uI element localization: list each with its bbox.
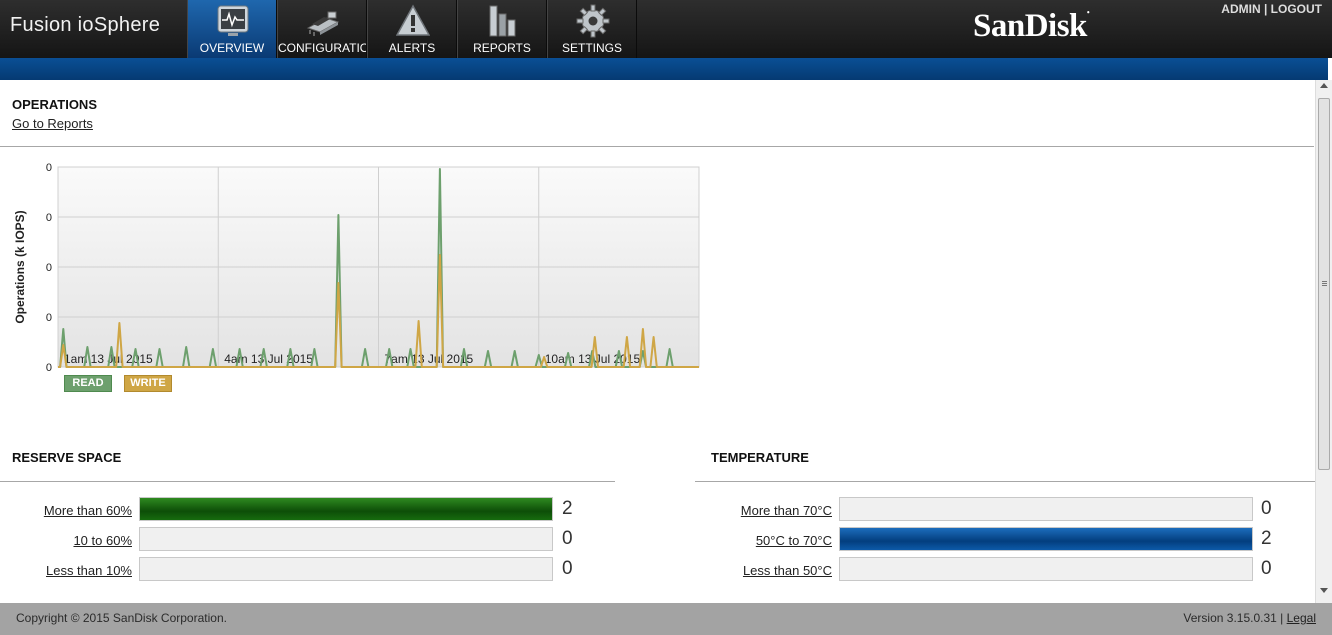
reserve-count-1: 0 xyxy=(562,528,573,549)
nav-label: CONFIGURATION xyxy=(278,41,366,55)
reserve-space-title: RESERVE SPACE xyxy=(12,450,122,465)
chart-y-tick-label: 0 xyxy=(46,312,52,324)
footer: Copyright © 2015 SanDisk Corporation. Ve… xyxy=(0,603,1332,635)
app-title: Fusion ioSphere xyxy=(10,14,161,36)
reserve-label-2[interactable]: Less than 10% xyxy=(46,563,132,578)
chart-x-tick-label: 7am 13 Jul 2015 xyxy=(385,352,474,366)
temperature-title: TEMPERATURE xyxy=(711,450,809,465)
temperature-count-2: 0 xyxy=(1261,558,1272,579)
temperature-count-1: 2 xyxy=(1261,528,1272,549)
operations-title: OPERATIONS xyxy=(12,97,97,112)
bar-chart-icon xyxy=(489,5,516,37)
reserve-count-2: 0 xyxy=(562,558,573,579)
nav-configuration[interactable]: CONFIGURATION xyxy=(277,0,367,58)
scroll-thumb[interactable] xyxy=(1318,98,1330,470)
reserve-bar-0 xyxy=(139,497,553,521)
legend-read[interactable]: READ xyxy=(64,375,112,392)
reserve-bar-1 xyxy=(139,527,553,551)
temperature-label-2[interactable]: Less than 50°C xyxy=(743,563,832,578)
operations-chart: 00000 1am 13 Jul 2015 4am 13 Jul 2015 7am … xyxy=(0,150,720,400)
legal-link[interactable]: Legal xyxy=(1287,611,1316,625)
nav-label: ALERTS xyxy=(388,41,436,55)
grip-icon xyxy=(1322,281,1327,282)
reserve-label-1[interactable]: 10 to 60% xyxy=(73,533,132,548)
scroll-down-arrow-icon[interactable] xyxy=(1320,588,1328,593)
reserve-bar-fill-0 xyxy=(140,498,552,520)
warning-icon xyxy=(396,4,430,36)
reserve-bar-2 xyxy=(139,557,553,581)
logout-link[interactable]: LOGOUT xyxy=(1271,2,1322,16)
nav-label: SETTINGS xyxy=(561,41,622,55)
scroll-up-arrow-icon[interactable] xyxy=(1320,83,1328,88)
reserve-label-0[interactable]: More than 60% xyxy=(44,503,132,518)
reserve-divider xyxy=(0,481,615,482)
temperature-bar-0 xyxy=(839,497,1253,521)
temperature-label-1[interactable]: 50°C to 70°C xyxy=(756,533,832,548)
nav-label: OVERVIEW xyxy=(199,41,265,55)
top-navigation-bar: Fusion ioSphere OVERVIEW CONFIGURATION xyxy=(0,0,1332,58)
copyright-text: Copyright © 2015 SanDisk Corporation. xyxy=(16,611,227,625)
nav-overview[interactable]: OVERVIEW xyxy=(187,0,277,58)
version-info: Version 3.15.0.31 | Legal xyxy=(1183,611,1316,625)
legend-write[interactable]: WRITE xyxy=(124,375,172,392)
go-to-reports-link[interactable]: Go to Reports xyxy=(12,116,93,131)
vertical-scrollbar[interactable] xyxy=(1315,80,1332,603)
version-text: Version 3.15.0.31 xyxy=(1183,611,1277,625)
nav-label: REPORTS xyxy=(473,41,531,55)
user-links: ADMIN | LOGOUT xyxy=(1221,2,1322,16)
chart-y-tick-label: 0 xyxy=(46,262,52,274)
user-links-separator: | xyxy=(1263,2,1268,16)
chart-y-tick-label: 0 xyxy=(46,362,52,374)
temperature-count-0: 0 xyxy=(1261,498,1272,519)
nav-alerts[interactable]: ALERTS xyxy=(367,0,457,58)
nav-settings[interactable]: SETTINGS xyxy=(547,0,637,58)
blue-subheader-bar xyxy=(0,58,1328,80)
chart-y-tick-label: 0 xyxy=(46,162,52,174)
temperature-bar-2 xyxy=(839,557,1253,581)
nav-reports[interactable]: REPORTS xyxy=(457,0,547,58)
reserve-count-0: 2 xyxy=(562,498,573,519)
monitor-pulse-icon xyxy=(217,5,249,36)
temperature-label-0[interactable]: More than 70°C xyxy=(741,503,832,518)
chart-y-tick-label: 0 xyxy=(46,212,52,224)
temperature-bar-fill-1 xyxy=(840,528,1252,550)
temperature-bar-1 xyxy=(839,527,1253,551)
operations-chart-svg: 00000 1am 13 Jul 2015 4am 13 Jul 2015 7am … xyxy=(13,162,700,374)
temperature-divider xyxy=(695,481,1315,482)
admin-link[interactable]: ADMIN xyxy=(1221,2,1260,16)
operations-divider xyxy=(0,146,1314,147)
chart-y-axis-label: Operations (k IOPS) xyxy=(13,210,27,323)
main-nav: OVERVIEW CONFIGURATION ALERTS xyxy=(187,0,637,58)
brand-logo: SanDisk• xyxy=(973,8,1090,44)
circuit-board-icon xyxy=(306,11,340,36)
gear-icon xyxy=(576,4,610,38)
footer-separator: | xyxy=(1280,611,1284,625)
